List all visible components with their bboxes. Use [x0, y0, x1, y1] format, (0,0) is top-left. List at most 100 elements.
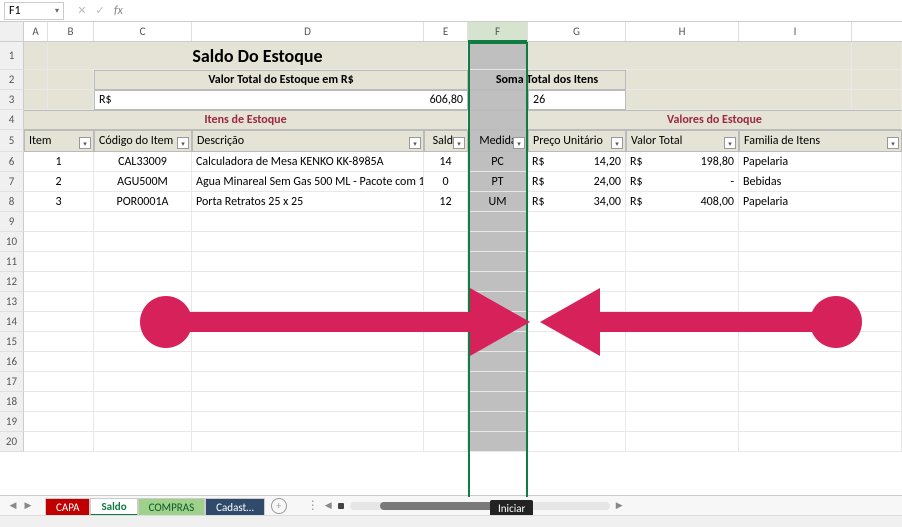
- row-header-5[interactable]: 5: [0, 130, 24, 152]
- cell[interactable]: [739, 372, 902, 392]
- cell[interactable]: [24, 70, 48, 90]
- cell[interactable]: [192, 372, 424, 392]
- column-header-F[interactable]: F: [468, 22, 528, 41]
- col-descricao[interactable]: Descrição▾: [192, 130, 424, 152]
- row-header-14[interactable]: 14: [0, 312, 24, 332]
- cell[interactable]: [468, 352, 528, 372]
- cell[interactable]: [24, 42, 48, 70]
- cell[interactable]: [739, 272, 902, 292]
- row-header-18[interactable]: 18: [0, 392, 24, 412]
- cell[interactable]: [626, 352, 739, 372]
- cell[interactable]: [94, 292, 192, 312]
- cell-preco-unitario[interactable]: R$34,00: [528, 192, 626, 212]
- cell[interactable]: [192, 432, 424, 452]
- cell[interactable]: [626, 232, 739, 252]
- cell-medida[interactable]: PT: [468, 172, 528, 192]
- sheet-tab-capa[interactable]: CAPA: [45, 498, 90, 516]
- cell[interactable]: [24, 232, 94, 252]
- column-header-B[interactable]: B: [48, 22, 94, 41]
- cell-codigo[interactable]: AGU500M: [94, 172, 192, 192]
- cell[interactable]: [24, 372, 94, 392]
- row-header-16[interactable]: 16: [0, 352, 24, 372]
- cell[interactable]: [24, 332, 94, 352]
- cell[interactable]: [424, 232, 468, 252]
- cell[interactable]: [192, 212, 424, 232]
- cell[interactable]: [852, 70, 902, 90]
- cell[interactable]: [528, 392, 626, 412]
- column-header-C[interactable]: C: [94, 22, 192, 41]
- column-header-A[interactable]: A: [24, 22, 48, 41]
- cell[interactable]: [192, 312, 424, 332]
- cell[interactable]: [468, 332, 528, 352]
- cell[interactable]: [626, 312, 739, 332]
- cell[interactable]: [48, 90, 94, 110]
- cell[interactable]: [94, 272, 192, 292]
- row-header-6[interactable]: 6: [0, 152, 24, 172]
- row-header-20[interactable]: 20: [0, 432, 24, 452]
- col-valor-total[interactable]: Valor Total▾: [626, 130, 739, 152]
- cell[interactable]: [24, 212, 94, 232]
- filter-icon[interactable]: ▾: [79, 137, 91, 149]
- cell-medida[interactable]: PC: [468, 152, 528, 172]
- cell[interactable]: [528, 292, 626, 312]
- cell[interactable]: [468, 372, 528, 392]
- horizontal-scrollbar[interactable]: [350, 502, 610, 510]
- cell[interactable]: [424, 252, 468, 272]
- cell[interactable]: [468, 432, 528, 452]
- cell[interactable]: [528, 252, 626, 272]
- sheet-tab-cadast[interactable]: Cadast…: [205, 498, 265, 516]
- scroll-right-icon[interactable]: ▶: [616, 500, 623, 511]
- row-header-17[interactable]: 17: [0, 372, 24, 392]
- row-header-9[interactable]: 9: [0, 212, 24, 232]
- cell-preco-unitario[interactable]: R$14,20: [528, 152, 626, 172]
- filter-icon[interactable]: ▾: [409, 137, 421, 149]
- cell[interactable]: [24, 312, 94, 332]
- cell[interactable]: [626, 252, 739, 272]
- cell[interactable]: [24, 252, 94, 272]
- tab-nav-prev-icon[interactable]: ◀: [6, 498, 20, 514]
- cell[interactable]: [424, 432, 468, 452]
- cell[interactable]: [94, 392, 192, 412]
- cell[interactable]: [94, 332, 192, 352]
- cell-codigo[interactable]: CAL33009: [94, 152, 192, 172]
- cell[interactable]: [424, 332, 468, 352]
- cell-preco-unitario[interactable]: R$24,00: [528, 172, 626, 192]
- accept-formula-icon[interactable]: ✓: [92, 3, 108, 19]
- add-sheet-button[interactable]: +: [271, 498, 287, 514]
- cell[interactable]: [24, 432, 94, 452]
- cell[interactable]: [739, 352, 902, 372]
- cell[interactable]: [739, 392, 902, 412]
- cell[interactable]: [739, 432, 902, 452]
- column-header-E[interactable]: E: [424, 22, 468, 41]
- scroll-home-icon[interactable]: [338, 503, 344, 509]
- cell[interactable]: [192, 412, 424, 432]
- cell[interactable]: [468, 392, 528, 412]
- cell[interactable]: [626, 432, 739, 452]
- cell[interactable]: [94, 252, 192, 272]
- col-codigo[interactable]: Código do Item▾: [94, 130, 192, 152]
- cell[interactable]: [24, 352, 94, 372]
- cell[interactable]: [94, 212, 192, 232]
- col-item[interactable]: Item▾: [24, 130, 94, 152]
- cancel-formula-icon[interactable]: ✕: [74, 3, 90, 19]
- cell[interactable]: [626, 412, 739, 432]
- cell-codigo[interactable]: POR0001A: [94, 192, 192, 212]
- cell[interactable]: [626, 70, 852, 90]
- cell[interactable]: [94, 312, 192, 332]
- cell[interactable]: [424, 312, 468, 332]
- cell[interactable]: [528, 212, 626, 232]
- cell[interactable]: [424, 372, 468, 392]
- sheet-tab-saldo[interactable]: Saldo: [90, 498, 137, 516]
- cell[interactable]: [24, 412, 94, 432]
- col-medida[interactable]: Medida▾: [468, 130, 528, 152]
- cell-valor-total[interactable]: R$-: [626, 172, 739, 192]
- cell-familia[interactable]: Bebidas: [739, 172, 902, 192]
- row-header-1[interactable]: 1: [0, 42, 24, 70]
- row-header-13[interactable]: 13: [0, 292, 24, 312]
- cell[interactable]: [739, 212, 902, 232]
- cell[interactable]: [192, 352, 424, 372]
- cell[interactable]: [424, 292, 468, 312]
- cell[interactable]: [528, 42, 852, 70]
- filter-icon[interactable]: ▾: [513, 137, 525, 149]
- row-header-4[interactable]: 4: [0, 110, 24, 130]
